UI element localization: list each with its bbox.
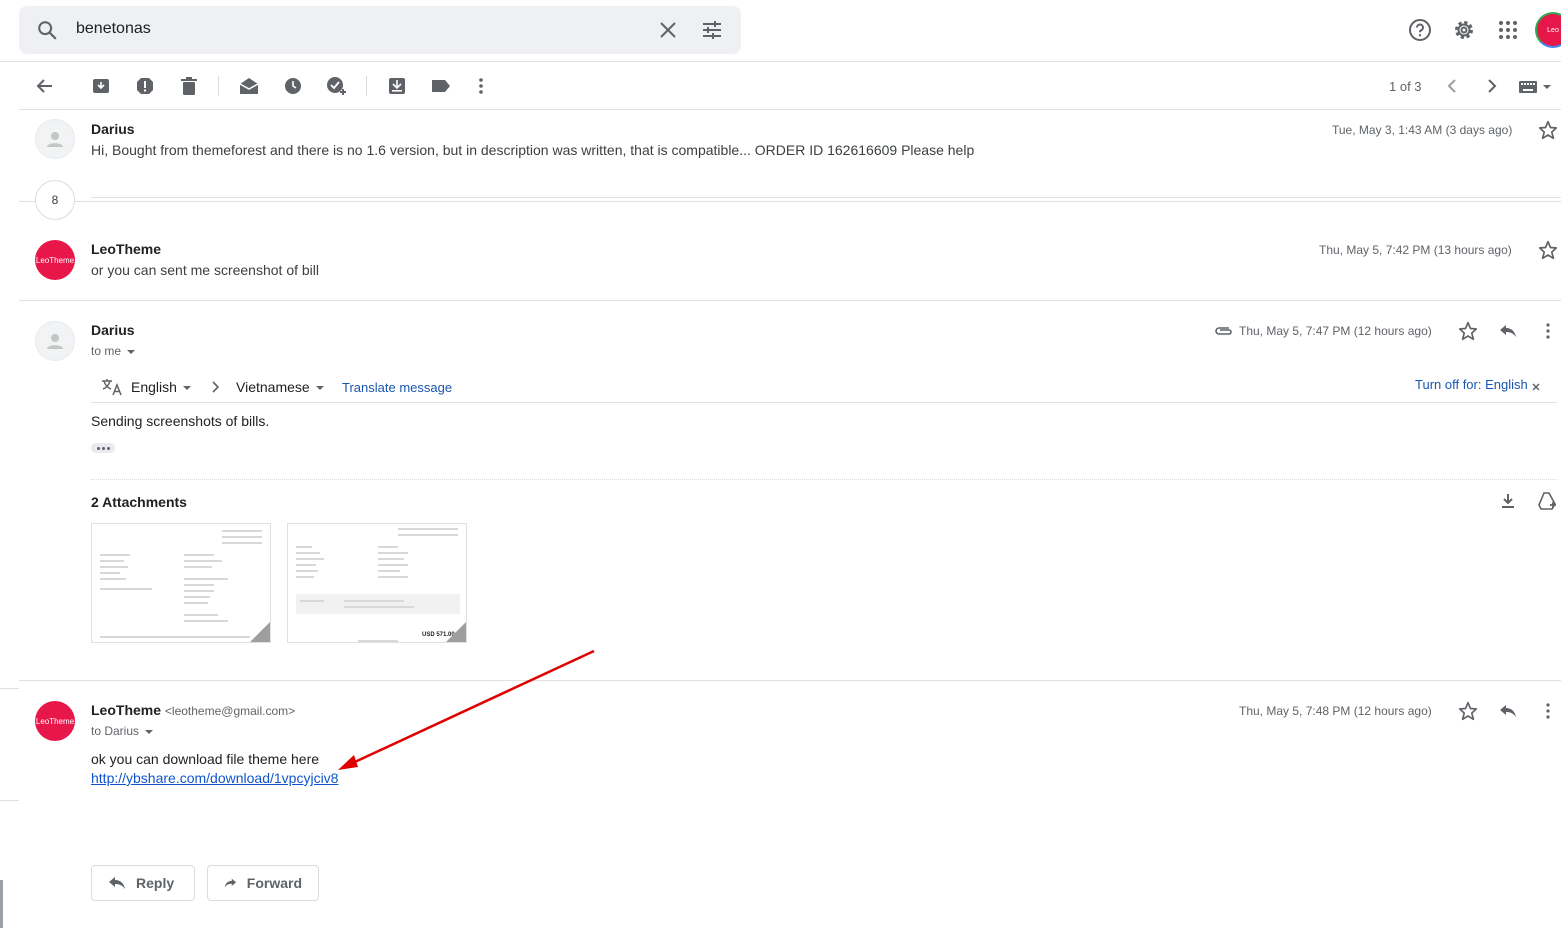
settings-gear-icon[interactable]: [1452, 18, 1476, 42]
turn-off-translate-link[interactable]: Turn off for: English: [1415, 377, 1528, 392]
recipient-details-toggle[interactable]: to me: [91, 344, 136, 358]
search-bar[interactable]: benetonas: [19, 6, 741, 54]
chevron-down-icon: [315, 386, 324, 391]
left-divider: [0, 800, 19, 801]
apps-grid-icon[interactable]: [1496, 18, 1520, 42]
message-body: ok you can download file theme here: [91, 751, 320, 767]
reply-button[interactable]: Reply: [91, 865, 195, 901]
avatar-leotheme-logo: LeoTheme: [35, 255, 75, 265]
prev-chevron-icon[interactable]: [1440, 74, 1464, 98]
account-avatar[interactable]: Leo: [1535, 12, 1561, 48]
chevron-down-icon: [182, 386, 191, 391]
translate-from-label: English: [131, 379, 177, 395]
forward-arrow-icon: [224, 878, 237, 888]
close-icon[interactable]: [1529, 380, 1543, 394]
more-vert-icon[interactable]: [1536, 699, 1560, 723]
sender-name[interactable]: LeoTheme: [91, 241, 161, 257]
translate-icon: [100, 375, 124, 399]
more-vert-icon[interactable]: [1536, 319, 1560, 343]
archive-icon[interactable]: [89, 74, 113, 98]
message-divider: [19, 680, 1561, 681]
translate-from-dropdown[interactable]: English: [131, 379, 191, 395]
star-icon[interactable]: [1536, 238, 1560, 262]
chevron-down-icon: [145, 729, 154, 734]
star-icon[interactable]: [1456, 699, 1480, 723]
clear-search-icon[interactable]: [656, 18, 680, 42]
attachment-thumbnail[interactable]: [91, 523, 271, 643]
search-icon[interactable]: [35, 18, 59, 42]
avatar-leotheme-logo: LeoTheme: [35, 716, 75, 726]
delete-trash-icon[interactable]: [177, 74, 201, 98]
translate-message-link[interactable]: Translate message: [342, 380, 452, 395]
attachment-clip-icon: [1212, 319, 1236, 343]
reply-arrow-icon[interactable]: [1496, 319, 1520, 343]
reply-arrow-icon[interactable]: [1496, 699, 1520, 723]
move-to-icon[interactable]: [385, 74, 409, 98]
label-tag-icon[interactable]: [429, 74, 453, 98]
avatar-leotheme: LeoTheme: [35, 240, 75, 280]
star-icon[interactable]: [1456, 319, 1480, 343]
forward-button[interactable]: Forward: [207, 865, 319, 901]
mark-unread-icon[interactable]: [237, 74, 261, 98]
input-tools-keyboard-icon[interactable]: [1519, 80, 1555, 94]
sender-email: <leotheme@gmail.com>: [164, 704, 296, 718]
annotation-arrow: [338, 649, 595, 770]
sender-header[interactable]: LeoTheme <leotheme@gmail.com>: [91, 702, 295, 718]
toolbar-divider: [19, 109, 1561, 110]
message-snippet[interactable]: or you can sent me screenshot of bill: [91, 262, 319, 278]
left-divider: [0, 688, 19, 689]
recipient-details-toggle[interactable]: to Darius: [91, 724, 154, 738]
chevron-down-icon: [127, 349, 136, 354]
reply-arrow-icon: [109, 877, 125, 889]
scrollbar-thumb[interactable]: [0, 880, 3, 928]
add-to-drive-icon[interactable]: [1536, 489, 1560, 513]
show-trimmed-content-button[interactable]: [91, 443, 115, 453]
message-body: Sending screenshots of bills.: [91, 413, 270, 429]
collapsed-divider: [19, 201, 1561, 202]
avatar-leotheme: LeoTheme: [35, 701, 75, 741]
download-all-icon[interactable]: [1496, 489, 1520, 513]
recipient-text: to me: [91, 344, 122, 358]
reply-button-label: Reply: [136, 875, 175, 891]
message-date: Thu, May 5, 7:47 PM (12 hours ago): [1239, 324, 1432, 338]
translate-to-dropdown[interactable]: Vietnamese: [236, 379, 324, 395]
toolbar-separator: [218, 76, 219, 96]
forward-button-label: Forward: [246, 875, 302, 891]
collapsed-messages-count[interactable]: 8: [35, 180, 75, 220]
report-spam-icon[interactable]: [133, 74, 157, 98]
translate-to-label: Vietnamese: [236, 379, 310, 395]
attachments-title: 2 Attachments: [91, 494, 187, 510]
search-options-icon[interactable]: [700, 18, 724, 42]
attachment-thumbnail[interactable]: USD 571.00: [287, 523, 467, 643]
help-icon[interactable]: [1408, 18, 1432, 42]
avatar-darius: [35, 119, 75, 159]
star-icon[interactable]: [1536, 118, 1560, 142]
chevron-right-icon: [204, 375, 228, 399]
account-initials: Leo: [1535, 12, 1561, 48]
attachments-divider: [91, 479, 1557, 480]
back-arrow-icon[interactable]: [33, 74, 57, 98]
snooze-clock-icon[interactable]: [281, 74, 305, 98]
search-input[interactable]: benetonas: [76, 20, 151, 38]
recipient-text: to Darius: [91, 724, 140, 738]
sender-name[interactable]: Darius: [91, 121, 135, 137]
header-divider: [0, 61, 1561, 62]
message-date: Thu, May 5, 7:42 PM (13 hours ago): [1319, 243, 1512, 257]
message-date: Tue, May 3, 1:43 AM (3 days ago): [1332, 123, 1513, 137]
add-to-tasks-icon[interactable]: [325, 74, 349, 98]
message-date: Thu, May 5, 7:48 PM (12 hours ago): [1239, 704, 1432, 718]
pager-text: 1 of 3: [1389, 79, 1422, 94]
download-link[interactable]: http://ybshare.com/download/1vpcyjciv8: [91, 770, 338, 786]
more-vert-icon[interactable]: [469, 74, 493, 98]
toolbar-separator: [366, 76, 367, 96]
collapsed-divider: [91, 197, 1561, 198]
avatar-darius: [35, 321, 75, 361]
sender-name[interactable]: Darius: [91, 322, 135, 338]
message-divider: [19, 300, 1561, 301]
translate-bar-divider: [91, 402, 1557, 403]
sender-name: LeoTheme: [91, 702, 162, 718]
message-snippet[interactable]: Hi, Bought from themeforest and there is…: [91, 142, 974, 158]
next-chevron-icon[interactable]: [1480, 74, 1504, 98]
